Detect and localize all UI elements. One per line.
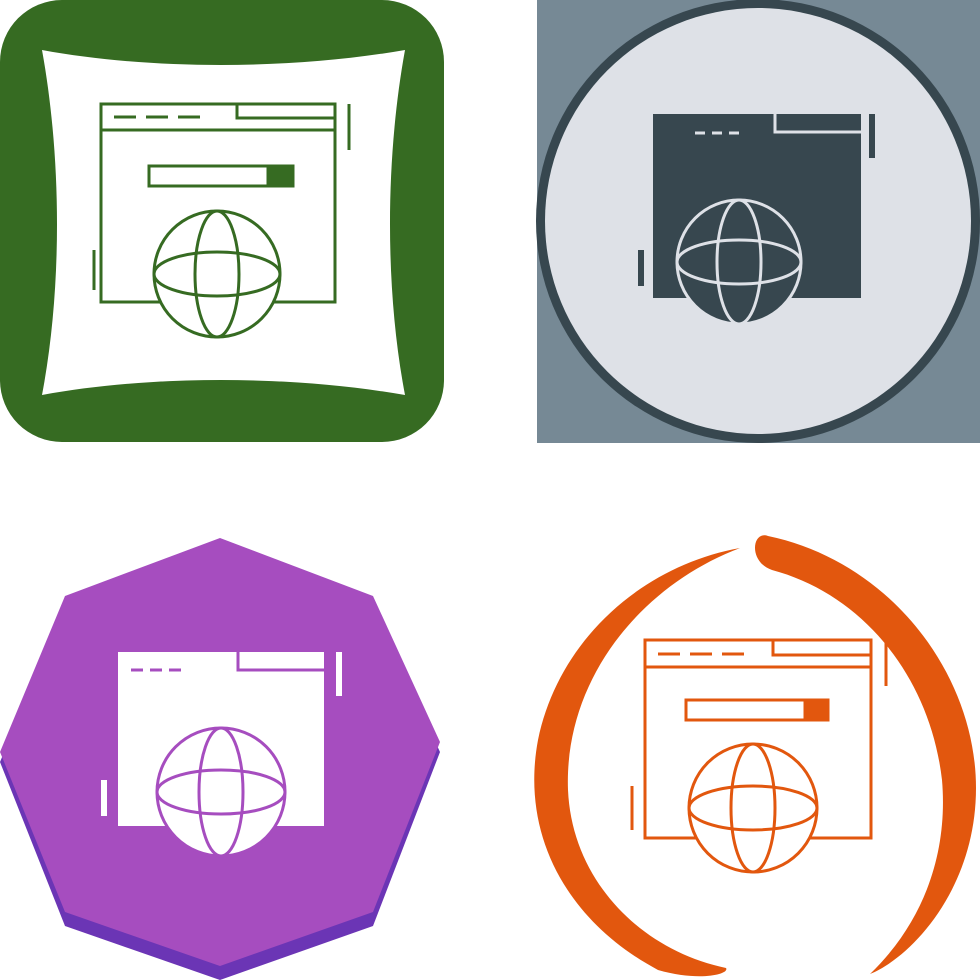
- browser-globe-glyph: [101, 652, 342, 858]
- icon-tile-orange: [490, 490, 980, 980]
- icon-tile-gray: [490, 0, 980, 490]
- web-browser-globe-icon: [536, 0, 980, 443]
- icon-tile-purple: [0, 490, 490, 980]
- web-browser-globe-icon: [534, 535, 976, 977]
- globe-fill: [152, 209, 282, 339]
- side-bar: [101, 780, 107, 816]
- browser-globe-glyph: [638, 114, 875, 326]
- icon-tile-green: [0, 0, 490, 490]
- globe-fill: [687, 742, 819, 874]
- scrollbar: [336, 652, 342, 696]
- globe-fill: [675, 198, 803, 326]
- scrollbar: [869, 114, 875, 158]
- web-browser-globe-icon: [0, 0, 444, 442]
- side-bar: [638, 250, 644, 286]
- globe-fill: [155, 726, 287, 858]
- web-browser-globe-icon: [0, 538, 440, 980]
